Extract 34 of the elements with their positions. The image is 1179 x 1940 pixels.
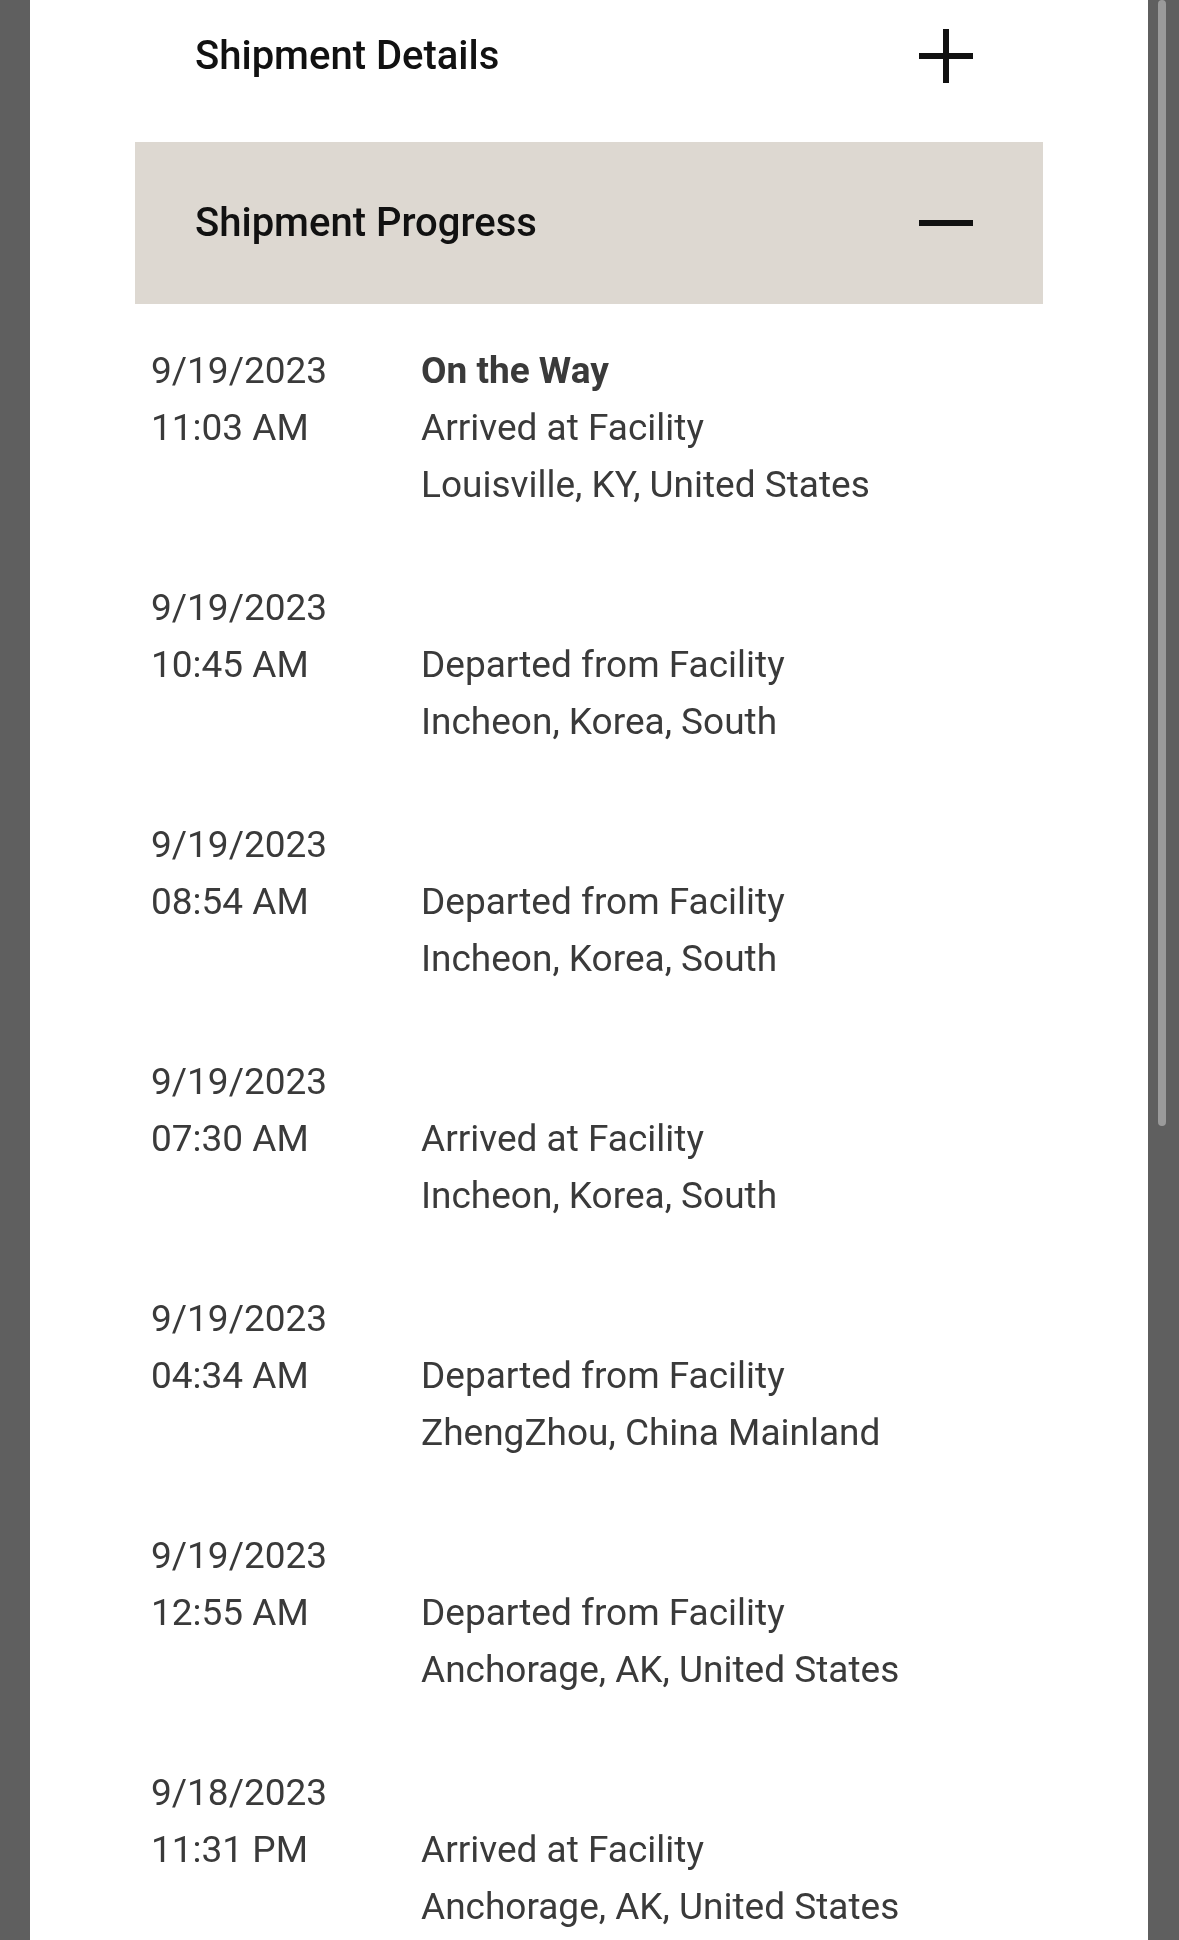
event-description: Departed from Facility: [421, 642, 785, 688]
event-location: ZhengZhou, China Mainland: [421, 1410, 881, 1456]
event-location: Anchorage, AK, United States: [421, 1647, 900, 1693]
event-location: Incheon, Korea, South: [421, 936, 779, 982]
event-location: Incheon, Korea, South: [421, 1173, 778, 1219]
event-description: Arrived at Facility: [421, 1827, 705, 1873]
scrollbar-thumb[interactable]: [1158, 0, 1166, 1126]
event-time: 12:55 AM: [151, 1590, 310, 1636]
event-date: 9/18/2023: [151, 1770, 329, 1816]
event-date: 9/19/2023: [151, 1533, 329, 1579]
event-location: Louisville, KY, United States: [421, 462, 870, 508]
section-title: Shipment Details: [195, 31, 500, 81]
event-time: 04:34 AM: [151, 1353, 310, 1399]
event-time: 11:31 PM: [151, 1827, 309, 1873]
event-time: 10:45 AM: [151, 642, 310, 688]
plus-icon[interactable]: [919, 29, 973, 83]
accordion-header[interactable]: Shipment Progress: [135, 142, 1043, 304]
event-status: On the Way: [421, 348, 610, 394]
event-location: Incheon, Korea, South: [421, 699, 779, 745]
event-time: 08:54 AM: [151, 879, 310, 925]
event-time: 07:30 AM: [151, 1116, 310, 1162]
event-description: Arrived at Facility: [421, 405, 705, 451]
event-description: Arrived at Facility: [421, 1116, 705, 1162]
event-date: 9/19/2023: [151, 348, 329, 394]
event-date: 9/19/2023: [151, 822, 329, 868]
event-date: 9/19/2023: [151, 585, 329, 631]
event-time: 11:03 AM: [151, 405, 310, 451]
section-title: Shipment Progress: [195, 198, 537, 248]
event-description: Departed from Facility: [421, 1590, 786, 1636]
event-date: 9/19/2023: [151, 1296, 329, 1342]
event-date: 9/19/2023: [151, 1059, 329, 1105]
event-location: Anchorage, AK, United States: [421, 1884, 900, 1930]
event-description: Departed from Facility: [421, 1353, 786, 1399]
event-description: Departed from Facility: [421, 879, 785, 925]
